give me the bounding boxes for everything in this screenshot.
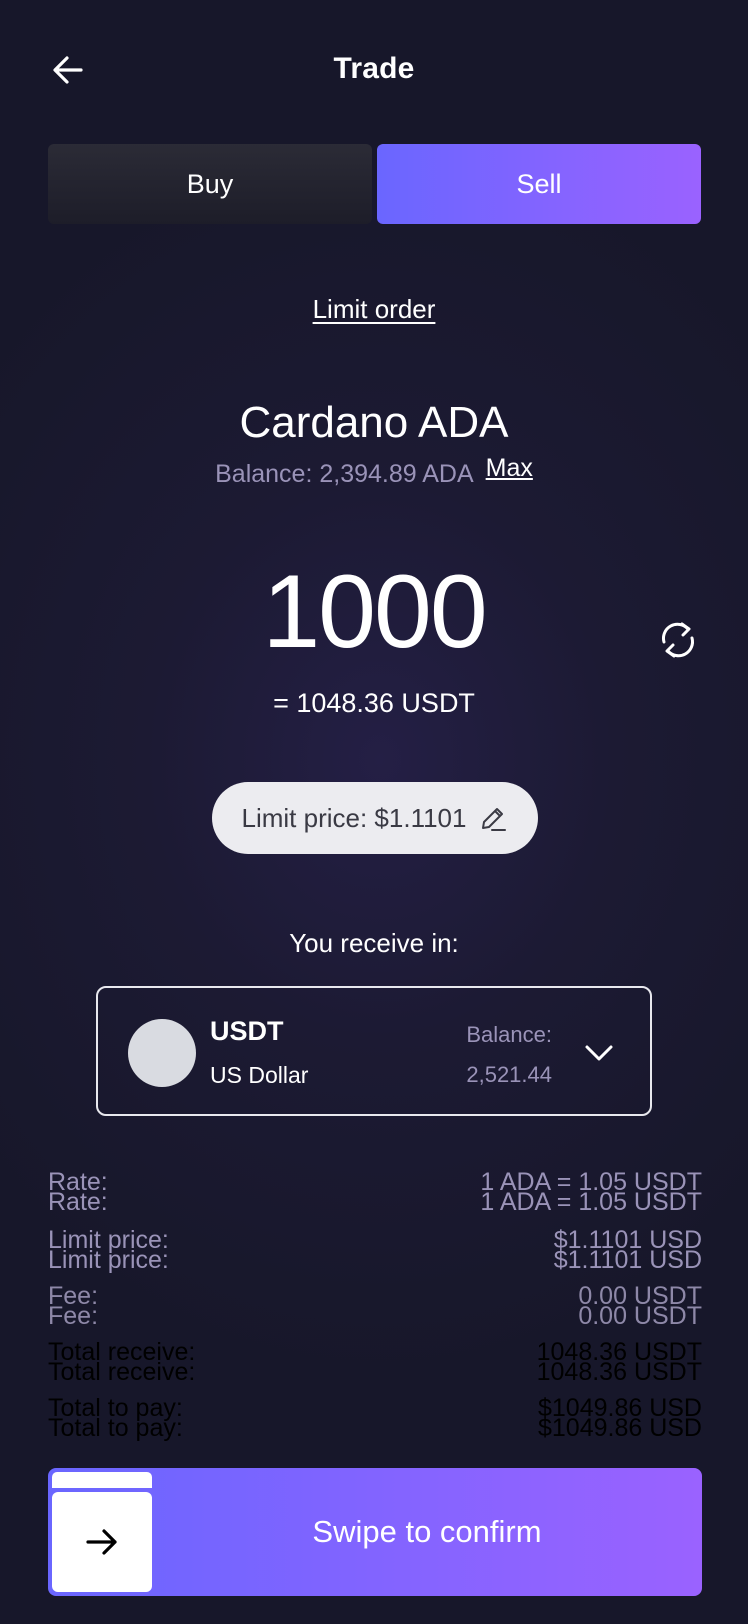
currency-balance-label: Balance:: [466, 1022, 552, 1047]
arrow-right-icon: [86, 1529, 117, 1555]
chevron-down-icon: [585, 1045, 613, 1061]
asset-name: Cardano ADA: [239, 398, 509, 447]
amount-value[interactable]: 1000: [0, 560, 748, 664]
summary-row: Total receive: 1048.36 USDT: [48, 1358, 702, 1388]
amount-equivalent: = 1048.36 USDT: [273, 688, 475, 718]
currency-symbol: USDT: [210, 1016, 284, 1046]
slider-thumb[interactable]: [52, 1492, 152, 1592]
swipe-to-confirm-slider[interactable]: Swipe to confirm: [48, 1468, 702, 1596]
receive-label: You receive in:: [289, 928, 459, 958]
summary-label: Limit price:: [48, 1246, 169, 1274]
currency-name: US Dollar: [210, 1062, 309, 1088]
order-type-link[interactable]: Limit order: [0, 294, 748, 325]
currency-balance-value: 2,521.44: [466, 1062, 552, 1087]
summary-value: $1.1101 USD: [553, 1246, 702, 1274]
max-button[interactable]: Max: [486, 454, 533, 482]
asset-balance: Balance: 2,394.89 ADA: [215, 460, 474, 488]
swap-arrows-icon: [662, 622, 694, 658]
summary-value: $1049.86 USD: [537, 1414, 702, 1442]
summary-row: Total to pay: $1049.86 USD: [48, 1414, 702, 1444]
summary-row: Limit price: $1.1101 USD: [48, 1246, 702, 1276]
currency-selector[interactable]: USDT US Dollar Balance: 2,521.44: [96, 986, 652, 1116]
currency-avatar: [128, 1019, 196, 1087]
slider-thumb-edge: [52, 1472, 152, 1488]
swipe-label: Swipe to confirm: [312, 1514, 542, 1549]
summary-label: Fee:: [48, 1302, 99, 1330]
tab-buy[interactable]: Buy: [48, 144, 372, 224]
summary-row: Rate: 1 ADA = 1.05 USDT: [48, 1188, 702, 1218]
summary-label: Total to pay:: [48, 1414, 183, 1442]
summary-label: Total receive:: [48, 1358, 196, 1386]
asset-balance-row: Balance: 2,394.89 ADA Max: [0, 454, 748, 489]
pencil-edit-icon: [482, 808, 507, 831]
summary-value: 1048.36 USDT: [536, 1358, 702, 1386]
limit-price-pill[interactable]: Limit price: $1.1101: [212, 782, 538, 854]
summary-label: Rate:: [48, 1188, 108, 1216]
summary-row: Fee: 0.00 USDT: [48, 1302, 702, 1332]
summary-value: 1 ADA = 1.05 USDT: [480, 1188, 702, 1216]
page-title: Trade: [333, 52, 415, 85]
tab-sell[interactable]: Sell: [377, 144, 701, 224]
swap-button[interactable]: [656, 618, 700, 662]
limit-price-label: Limit price: $1.1101: [241, 802, 467, 833]
summary-value: 0.00 USDT: [578, 1302, 702, 1330]
